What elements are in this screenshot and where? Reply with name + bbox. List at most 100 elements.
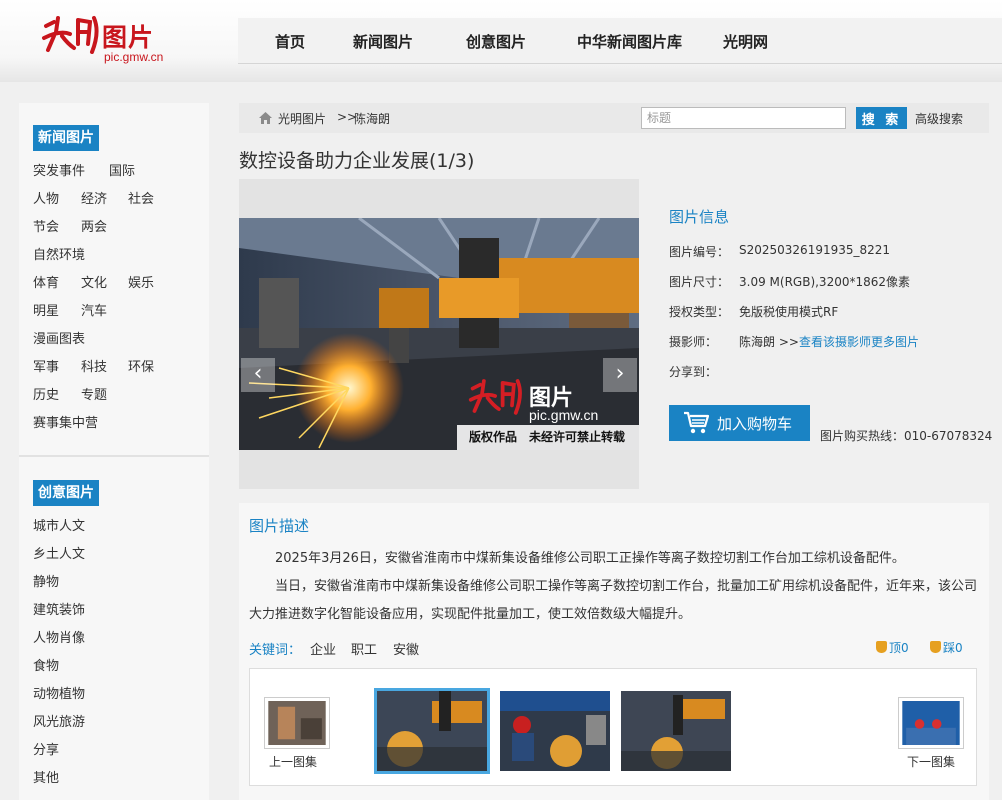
chevron-right-icon: ›	[615, 361, 625, 386]
breadcrumb-home[interactable]: 光明图片	[278, 110, 326, 127]
shopping-cart-icon	[684, 411, 709, 434]
sidebar: 新闻图片 突发事件 国际 人物 经济 社会 节会 两会 自然环境 体育 文化 娱…	[19, 103, 209, 800]
copyright-notice: 版权作品 未经许可禁止转载	[457, 425, 639, 450]
logo-word: 图片	[102, 23, 155, 52]
advanced-search-link[interactable]: 高级搜索	[915, 110, 963, 127]
breadcrumb: 光明图片 >> 陈海朗 搜 索 高级搜索	[239, 103, 989, 133]
sidebar-item-cartoons[interactable]: 漫画图表	[33, 332, 85, 348]
sidebar-item-events-camp[interactable]: 赛事集中营	[33, 416, 98, 432]
thumbnail-2[interactable]	[500, 691, 610, 771]
upvote-count: 顶0	[889, 641, 909, 655]
sidebar-item-people[interactable]: 人物	[33, 192, 59, 208]
prev-set-caption[interactable]: 上一图集	[269, 753, 317, 770]
photographer-value: 陈海朗 >>查看该摄影师更多图片	[739, 333, 919, 350]
sidebar-item-still-life[interactable]: 静物	[33, 575, 59, 591]
purchase-hotline: 图片购买热线：010-67078324	[820, 429, 993, 443]
prev-set-thumb[interactable]	[264, 697, 330, 749]
downvote-button[interactable]: 踩0	[930, 639, 963, 656]
photo-info-title: 图片信息	[669, 208, 730, 226]
keywords-label: 关键词：	[249, 643, 302, 658]
keyword-3[interactable]: 安徽	[393, 639, 419, 658]
sidebar-item-festivals[interactable]: 节会	[33, 220, 59, 236]
share-label: 分享到：	[669, 365, 718, 379]
main-photo[interactable]: ‹ › 图片 pic.gmw.cn 版权作品 未经许可禁止转载	[239, 218, 639, 450]
sidebar-news-title[interactable]: 新闻图片	[33, 125, 99, 151]
photo-id-label: 图片编号：	[669, 245, 730, 259]
sidebar-item-stars[interactable]: 明星	[33, 304, 59, 320]
photo-viewer: ‹ › 图片 pic.gmw.cn 版权作品 未经许可禁止转载	[239, 179, 639, 489]
nav-gmw[interactable]: 光明网	[723, 31, 768, 52]
site-header: 图片 pic.gmw.cn 首页 新闻图片 创意图片 中华新闻图片库 光明网	[0, 0, 1002, 82]
sidebar-item-portraits[interactable]: 人物肖像	[33, 631, 85, 647]
sidebar-item-sports[interactable]: 体育	[33, 276, 59, 292]
nav-news-photos[interactable]: 新闻图片	[353, 31, 413, 52]
sidebar-item-culture[interactable]: 文化	[81, 276, 107, 292]
sidebar-item-economy[interactable]: 经济	[81, 192, 107, 208]
add-to-cart-button[interactable]: 加入购物车	[669, 405, 810, 441]
sidebar-item-emergency[interactable]: 突发事件	[33, 164, 85, 180]
search-button[interactable]: 搜 索	[856, 107, 907, 129]
watermark-url: pic.gmw.cn	[529, 407, 599, 423]
photographer-more-link[interactable]: 查看该摄影师更多图片	[799, 335, 919, 349]
sidebar-item-share[interactable]: 分享	[33, 743, 59, 759]
keyword-1[interactable]: 企业	[310, 639, 336, 658]
next-set-caption[interactable]: 下一图集	[907, 753, 955, 770]
thumbnail-3[interactable]	[621, 691, 731, 771]
license-type-value: 免版税使用模式RF	[739, 305, 839, 319]
add-to-cart-label: 加入购物车	[717, 415, 793, 433]
photographer-name[interactable]: 陈海朗 >>	[739, 335, 799, 349]
thumbnail-strip: 上一图集 下一图集	[249, 668, 977, 786]
nav-creative-photos[interactable]: 创意图片	[466, 31, 526, 52]
description-paragraph-2: 当日，安徽省淮南市中煤新集设备维修公司职工操作等离子数控切割工作台，批量加工矿用…	[249, 579, 978, 622]
sidebar-item-society[interactable]: 社会	[128, 192, 154, 208]
thumbnail-2-image	[500, 691, 610, 771]
photo-size-value: 3.09 M(RGB),3200*1862像素	[739, 275, 911, 289]
prev-photo-arrow[interactable]: ‹	[241, 358, 275, 392]
photo-id-value: S20250326191935_8221	[739, 243, 891, 257]
breadcrumb-current[interactable]: 陈海朗	[354, 110, 390, 127]
upvote-button[interactable]: 顶0	[876, 639, 909, 656]
guangming-script-logo-icon	[42, 16, 99, 54]
sidebar-item-international[interactable]: 国际	[109, 164, 135, 180]
license-type-label: 授权类型：	[669, 305, 730, 319]
nav-china-news-library[interactable]: 中华新闻图片库	[577, 31, 682, 52]
next-set-thumb[interactable]	[898, 697, 964, 749]
sidebar-divider	[19, 455, 209, 457]
downvote-count: 踩0	[943, 641, 963, 655]
sidebar-item-topics[interactable]: 专题	[81, 388, 107, 404]
sidebar-item-food[interactable]: 食物	[33, 659, 59, 675]
nav-home[interactable]: 首页	[275, 31, 305, 52]
sidebar-creative-title[interactable]: 创意图片	[33, 480, 99, 506]
search-input[interactable]	[641, 107, 846, 129]
sidebar-item-environment[interactable]: 环保	[128, 360, 154, 376]
thumbs-down-icon	[930, 641, 941, 653]
sidebar-item-scenery[interactable]: 风光旅游	[33, 715, 85, 731]
sidebar-item-nature[interactable]: 自然环境	[33, 248, 85, 264]
thumbnail-1[interactable]	[374, 688, 490, 774]
photographer-label: 摄影师：	[669, 335, 718, 349]
sidebar-item-entertainment[interactable]: 娱乐	[128, 276, 154, 292]
thumbnail-3-image	[621, 691, 731, 771]
sidebar-item-city-culture[interactable]: 城市人文	[33, 519, 85, 535]
sidebar-item-two-sessions[interactable]: 两会	[81, 220, 107, 236]
sidebar-item-cars[interactable]: 汽车	[81, 304, 107, 320]
sidebar-item-other[interactable]: 其他	[33, 771, 59, 787]
sidebar-item-history[interactable]: 历史	[33, 388, 59, 404]
description-title: 图片描述	[249, 517, 310, 535]
site-logo[interactable]: 图片 pic.gmw.cn	[40, 14, 180, 66]
sidebar-item-architecture[interactable]: 建筑装饰	[33, 603, 85, 619]
photo-size-label: 图片尺寸：	[669, 275, 730, 289]
sidebar-item-military[interactable]: 军事	[33, 360, 59, 376]
photo-description: 图片描述 2025年3月26日，安徽省淮南市中煤新集设备维修公司职工正操作等离子…	[239, 503, 989, 800]
watermark-logo-icon	[468, 379, 522, 415]
home-icon	[259, 112, 272, 124]
thumbs-up-icon	[876, 641, 887, 653]
sidebar-item-technology[interactable]: 科技	[81, 360, 107, 376]
keyword-2[interactable]: 职工	[351, 639, 377, 658]
description-paragraph-1: 2025年3月26日，安徽省淮南市中煤新集设备维修公司职工正操作等离子数控切割工…	[275, 551, 905, 566]
prev-set-image	[268, 701, 326, 745]
next-photo-arrow[interactable]: ›	[603, 358, 637, 392]
sidebar-item-animals-plants[interactable]: 动物植物	[33, 687, 85, 703]
page-title: 数控设备助力企业发展(1/3)	[239, 150, 475, 172]
sidebar-item-rural-culture[interactable]: 乡土人文	[33, 547, 85, 563]
